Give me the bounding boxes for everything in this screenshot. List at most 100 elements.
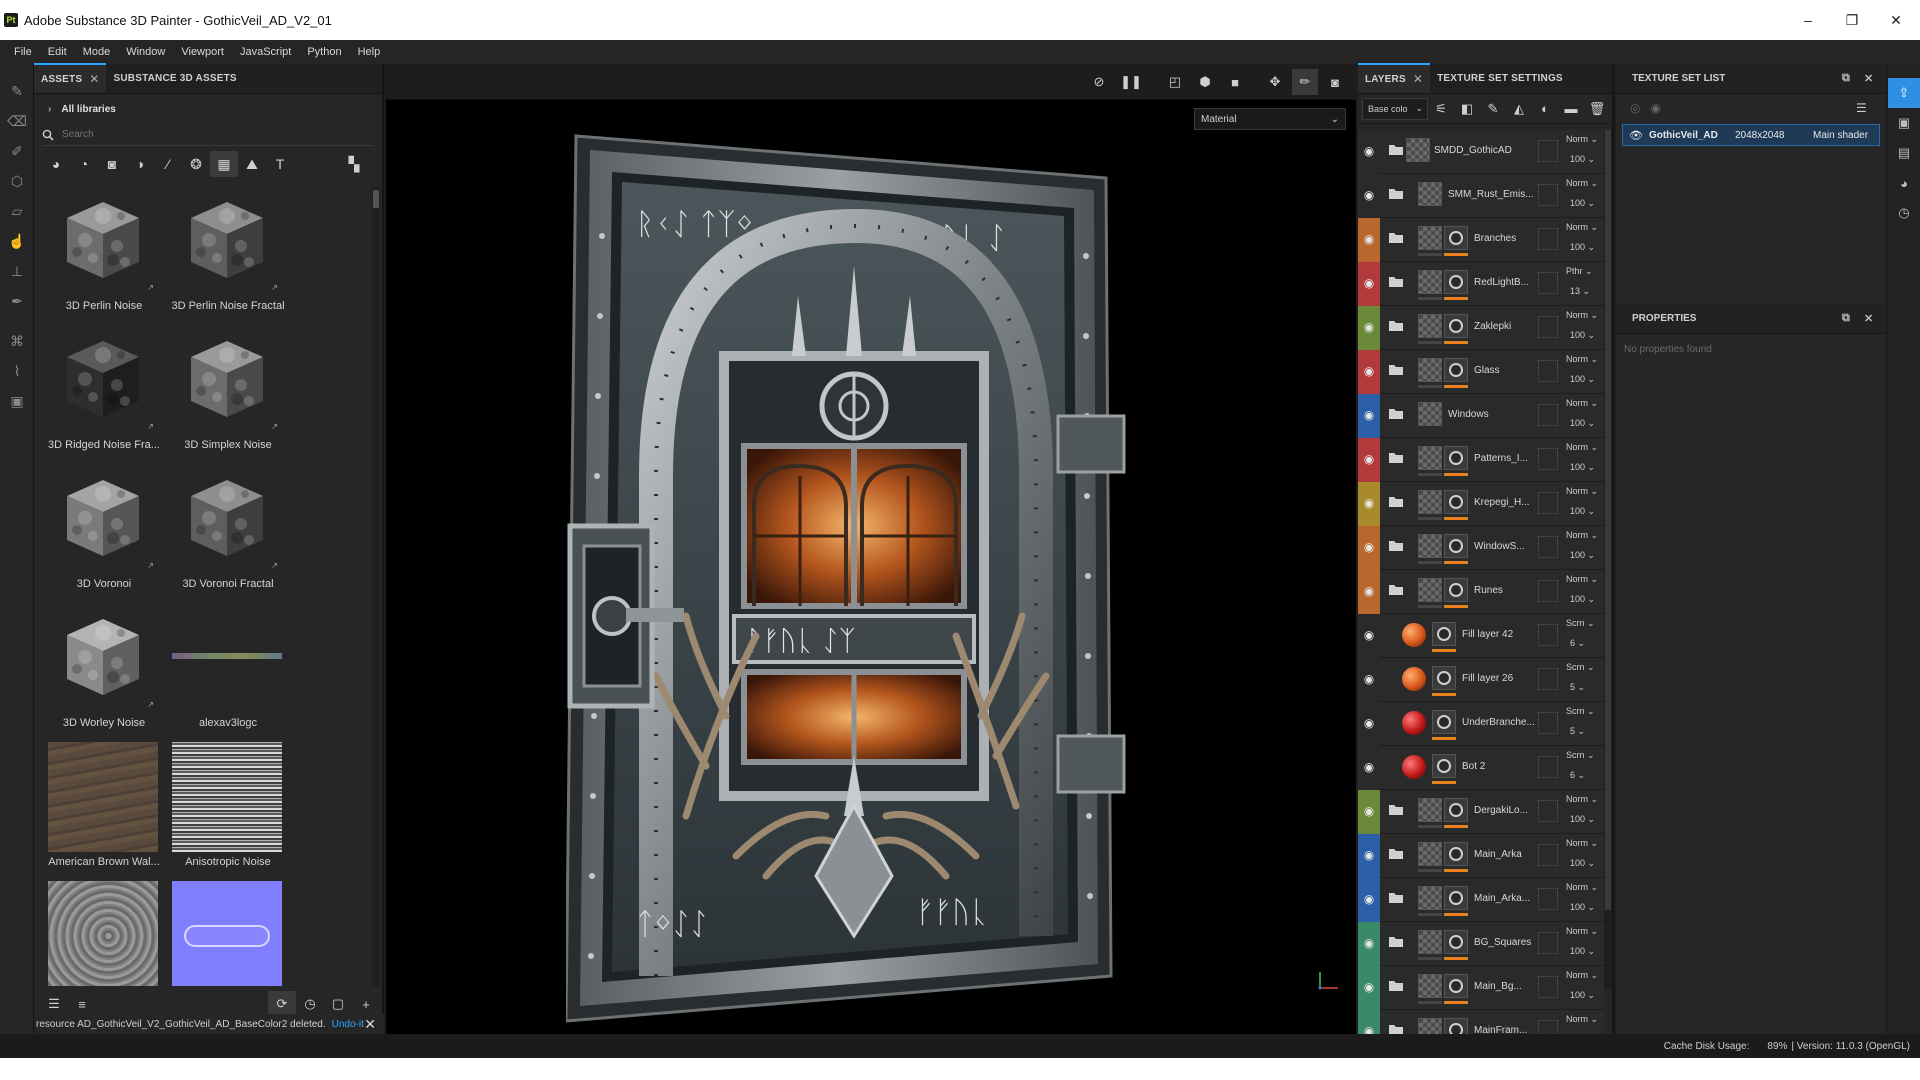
- grid-view-icon[interactable]: ▚: [340, 151, 368, 177]
- asset-item[interactable]: [166, 881, 290, 986]
- visibility-toggle-icon[interactable]: ◎: [1630, 101, 1640, 115]
- menu-mode[interactable]: Mode: [75, 46, 119, 58]
- eye-icon[interactable]: ◉: [1360, 496, 1378, 510]
- blend-mode[interactable]: Norm ⌄: [1566, 134, 1598, 145]
- geometry-mask-icon[interactable]: ⬡: [0, 166, 34, 196]
- camera-icon[interactable]: ■: [1222, 69, 1248, 95]
- texture-set-row[interactable]: 👁 GothicVeil_AD 2048x2048 Main shader: [1622, 124, 1880, 146]
- environment-filter-icon[interactable]: ⛰: [238, 151, 266, 177]
- opacity[interactable]: 6 ⌄: [1570, 770, 1585, 781]
- float-panel-icon[interactable]: ⧉: [1842, 72, 1850, 85]
- asset-item[interactable]: ↗ 3D Worley Noise: [42, 603, 166, 733]
- opacity[interactable]: 100 ⌄: [1570, 374, 1595, 385]
- mask-icon[interactable]: ◧: [1454, 97, 1480, 121]
- layer-row[interactable]: ◉ Patterns_I... Norm ⌄ 100 ⌄: [1358, 438, 1604, 482]
- eye-icon[interactable]: ◉: [1360, 364, 1378, 378]
- opacity[interactable]: 100 ⌄: [1570, 418, 1595, 429]
- brush-filter-icon[interactable]: ⁄: [154, 151, 182, 177]
- layer-row[interactable]: ◉ Main_Arka Norm ⌄ 100 ⌄: [1358, 834, 1604, 878]
- bake-icon[interactable]: ⌘: [0, 326, 34, 356]
- shader-settings-icon[interactable]: ▤: [1888, 138, 1920, 168]
- layer-effect-slot[interactable]: [1538, 976, 1558, 998]
- layer-effect-slot[interactable]: [1538, 140, 1558, 162]
- opacity[interactable]: 100 ⌄: [1570, 946, 1595, 957]
- layer-row[interactable]: ◉ Windows Norm ⌄ 100 ⌄: [1358, 394, 1604, 438]
- eye-icon[interactable]: ◉: [1360, 584, 1378, 598]
- screenshot-icon[interactable]: ◙: [1322, 69, 1348, 95]
- tab-layers[interactable]: LAYERS ✕: [1358, 63, 1431, 93]
- layer-effect-slot[interactable]: [1538, 624, 1558, 646]
- blend-mode[interactable]: Scrn ⌄: [1566, 706, 1595, 717]
- opacity[interactable]: 100 ⌄: [1570, 242, 1595, 253]
- blend-mode[interactable]: Norm ⌄: [1566, 354, 1598, 365]
- mask-filter-icon[interactable]: ◙: [98, 151, 126, 177]
- asset-item[interactable]: ↗ 3D Simplex Noise: [166, 325, 290, 455]
- smudge-icon[interactable]: ☝: [0, 226, 34, 256]
- dismiss-icon[interactable]: ✕: [364, 1016, 376, 1033]
- blend-mode[interactable]: Norm ⌄: [1566, 574, 1598, 585]
- tab-assets[interactable]: ASSETS ✕: [34, 63, 107, 93]
- blend-mode[interactable]: Norm ⌄: [1566, 486, 1598, 497]
- asset-item[interactable]: Anisotropic Noise: [166, 742, 290, 872]
- layer-row[interactable]: ◉ DergakiLo... Norm ⌄ 100 ⌄: [1358, 790, 1604, 834]
- blend-mode[interactable]: Scrn ⌄: [1566, 662, 1595, 673]
- brush-icon[interactable]: ✏: [1292, 69, 1318, 95]
- pause-icon[interactable]: ❚❚: [1118, 69, 1144, 95]
- asset-item[interactable]: American Brown Wal...: [42, 742, 166, 872]
- alpha-filter-icon[interactable]: ❂: [182, 151, 210, 177]
- symmetry-icon[interactable]: ✥: [1262, 69, 1288, 95]
- layers-scrollbar[interactable]: [1604, 130, 1612, 990]
- asset-item[interactable]: ↗ 3D Voronoi: [42, 464, 166, 594]
- layer-effect-slot[interactable]: [1538, 668, 1558, 690]
- text-filter-icon[interactable]: T: [266, 151, 294, 177]
- asset-item[interactable]: [42, 881, 166, 986]
- hide-icon[interactable]: ⊘: [1086, 69, 1112, 95]
- opacity[interactable]: 100 ⌄: [1570, 902, 1595, 913]
- eye-icon[interactable]: ◉: [1360, 760, 1378, 774]
- menu-viewport[interactable]: Viewport: [173, 46, 232, 58]
- opacity[interactable]: 100 ⌄: [1570, 462, 1595, 473]
- blend-mode[interactable]: Norm ⌄: [1566, 1014, 1598, 1025]
- layer-effect-slot[interactable]: [1538, 360, 1558, 382]
- blend-mode[interactable]: Norm ⌄: [1566, 222, 1598, 233]
- layer-row[interactable]: ◉ Bot 2 Scrn ⌄ 6 ⌄: [1358, 746, 1604, 790]
- opacity[interactable]: 100 ⌄: [1570, 990, 1595, 1001]
- eye-icon[interactable]: ◉: [1360, 408, 1378, 422]
- display-settings-icon[interactable]: ▣: [1888, 108, 1920, 138]
- blend-mode[interactable]: Norm ⌄: [1566, 926, 1598, 937]
- layer-effect-slot[interactable]: [1538, 932, 1558, 954]
- eye-icon[interactable]: ◉: [1360, 628, 1378, 642]
- close-window-button[interactable]: ✕: [1874, 0, 1918, 40]
- eye-icon[interactable]: ◉: [1360, 232, 1378, 246]
- opacity[interactable]: 13 ⌄: [1570, 286, 1590, 297]
- close-icon[interactable]: ✕: [1413, 72, 1423, 86]
- minimize-button[interactable]: –: [1786, 0, 1830, 40]
- menu-edit[interactable]: Edit: [40, 46, 75, 58]
- add-mask-icon[interactable]: ◐: [1532, 97, 1558, 121]
- layer-effect-slot[interactable]: [1538, 712, 1558, 734]
- layer-row[interactable]: ◉ Main_Arka... Norm ⌄ 100 ⌄: [1358, 878, 1604, 922]
- menu-file[interactable]: File: [6, 46, 40, 58]
- blend-mode[interactable]: Norm ⌄: [1566, 442, 1598, 453]
- eye-icon[interactable]: ◉: [1360, 936, 1378, 950]
- layer-effect-slot[interactable]: [1538, 756, 1558, 778]
- layer-row[interactable]: ◉ BG_Squares Norm ⌄ 100 ⌄: [1358, 922, 1604, 966]
- close-icon[interactable]: ✕: [89, 72, 99, 86]
- texture-filter-icon[interactable]: ▦: [210, 151, 238, 177]
- eye-icon[interactable]: ◉: [1360, 188, 1378, 202]
- layer-row[interactable]: ◉MainFram...Norm ⌄ ⌄: [1358, 1010, 1604, 1034]
- layer-effect-slot[interactable]: [1538, 800, 1558, 822]
- layer-effect-slot[interactable]: [1538, 404, 1558, 426]
- menu-javascript[interactable]: JavaScript: [232, 46, 299, 58]
- add-folder-icon[interactable]: ▬: [1558, 97, 1584, 121]
- eye-icon[interactable]: ◉: [1360, 144, 1378, 158]
- close-icon[interactable]: ✕: [1864, 72, 1873, 85]
- projection-icon[interactable]: ✐: [0, 136, 34, 166]
- layer-effect-slot[interactable]: [1538, 184, 1558, 206]
- opacity[interactable]: 100 ⌄: [1570, 814, 1595, 825]
- blend-mode[interactable]: Pthr ⌄: [1566, 266, 1593, 277]
- menu-window[interactable]: Window: [118, 46, 173, 58]
- opacity[interactable]: 100 ⌄: [1570, 594, 1595, 605]
- opacity[interactable]: 100 ⌄: [1570, 198, 1595, 209]
- layer-row[interactable]: ◉ Fill layer 26 Scrn ⌄ 5 ⌄: [1358, 658, 1604, 702]
